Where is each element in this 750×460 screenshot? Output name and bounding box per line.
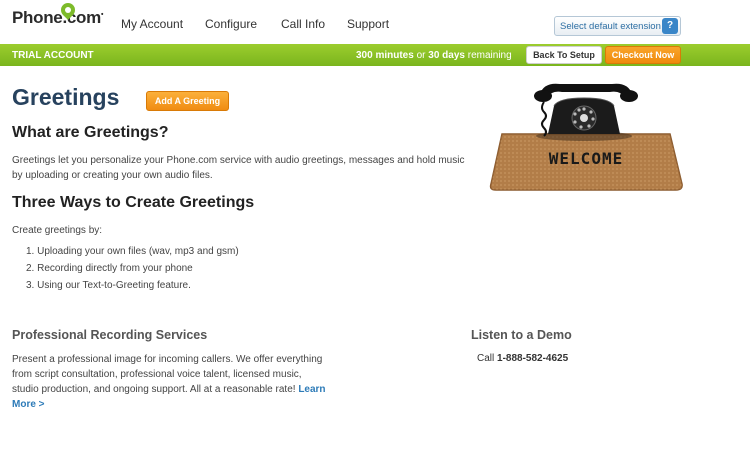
help-icon[interactable]: ? (662, 18, 678, 34)
call-prefix: Call (477, 353, 498, 364)
select-extension-label: Select default extension (560, 21, 661, 32)
phone-com-logo[interactable]: Phone.com• (12, 0, 104, 28)
demo-phone-number: 1-888-582-4625 (497, 353, 569, 364)
nav-support[interactable]: Support (347, 17, 389, 31)
trial-account-label: TRIAL ACCOUNT (12, 50, 94, 61)
minutes-remaining: 300 minutes (356, 50, 414, 61)
add-greeting-button[interactable]: Add A Greeting (146, 91, 229, 111)
or-text: or (413, 50, 429, 61)
pro-services-line-1: Present a professional image for incomin… (12, 354, 323, 365)
trial-remaining-text: 300 minutes or 30 days remaining (356, 50, 512, 61)
trial-account-bar: TRIAL ACCOUNT 300 minutes or 30 days rem… (0, 44, 750, 66)
ways-list: 1. Uploading your own files (wav, mp3 an… (26, 246, 239, 297)
logo-dot-mark: • (100, 11, 104, 19)
nav-configure[interactable]: Configure (205, 17, 257, 31)
what-are-greetings-heading: What are Greetings? (12, 124, 169, 141)
pro-services-title: Professional Recording Services (12, 328, 208, 342)
days-remaining: 30 days (428, 50, 465, 61)
telephone-icon: WELCOME (489, 83, 683, 191)
learn-more-link[interactable]: Learn (298, 384, 325, 395)
pro-services-line-2: from script consultation, professional v… (12, 369, 302, 380)
remaining-text: remaining (464, 50, 512, 61)
learn-more-link-continued[interactable]: More > (12, 399, 45, 410)
create-intro-text: Create greetings by: (12, 225, 103, 236)
select-default-extension-button[interactable]: Select default extension ? (554, 16, 681, 36)
three-ways-heading: Three Ways to Create Greetings (12, 194, 255, 211)
pro-services-text: Present a professional image for incomin… (12, 352, 342, 412)
demo-call-text: Call 1-888-582-4625 (477, 353, 568, 364)
top-navigation: Phone.com• My Account Configure Call Inf… (0, 0, 750, 42)
pro-services-line-3: studio production, and ongoing support. … (12, 384, 299, 395)
list-item: 3. Using our Text-to-Greeting feature. (26, 280, 191, 291)
what-text-line-1: Greetings let you personalize your Phone… (12, 155, 465, 166)
logo-text: Phone (12, 8, 63, 27)
list-item: 1. Uploading your own files (wav, mp3 an… (26, 246, 239, 257)
page-title: Greetings (12, 84, 120, 110)
checkout-now-button[interactable]: Checkout Now (605, 46, 681, 64)
telephone-welcome-mat-illustration: WELCOME (488, 76, 684, 194)
nav-call-info[interactable]: Call Info (281, 17, 325, 31)
what-text-line-2: by uploading or creating your own audio … (12, 170, 213, 181)
welcome-mat-text: WELCOME (549, 149, 623, 168)
demo-title: Listen to a Demo (471, 328, 572, 342)
what-are-greetings-text: Greetings let you personalize your Phone… (12, 153, 464, 183)
back-to-setup-button[interactable]: Back To Setup (526, 46, 602, 64)
nav-my-account[interactable]: My Account (121, 17, 183, 31)
list-item: 2. Recording directly from your phone (26, 263, 193, 274)
